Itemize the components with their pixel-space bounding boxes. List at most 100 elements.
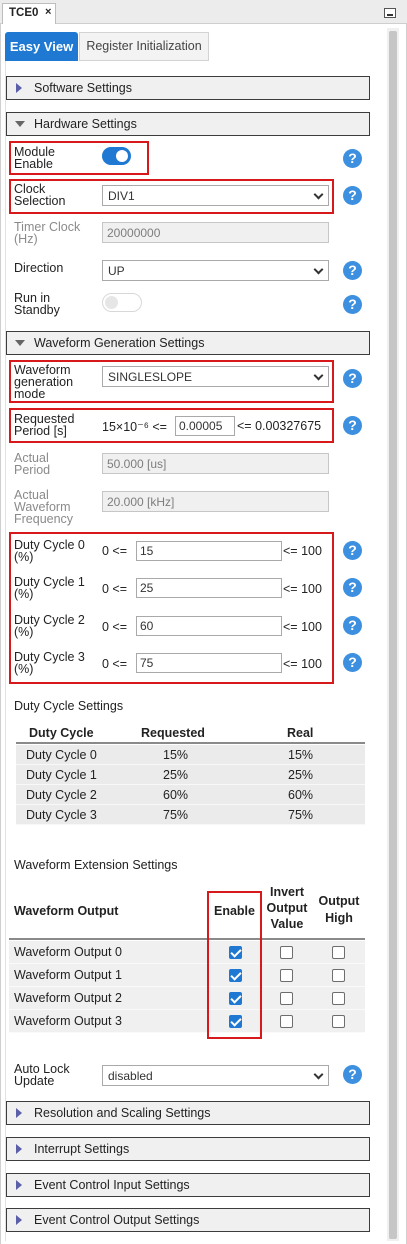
clock-selection-value: DIV1 xyxy=(108,189,135,203)
waveform-mode-value: SINGLESLOPE xyxy=(108,370,193,384)
invert-checkbox[interactable] xyxy=(280,1015,293,1028)
requested-period-input[interactable]: 0.00005 xyxy=(175,416,235,436)
close-icon[interactable]: × xyxy=(45,6,51,18)
document-tab-tce0[interactable]: TCE0 × xyxy=(2,3,56,24)
direction-label: Direction xyxy=(14,261,64,275)
column-header-requested: Requested xyxy=(141,726,205,740)
duty-cycle-2-input[interactable]: 60 xyxy=(136,616,282,636)
output-high-checkbox[interactable] xyxy=(332,992,345,1005)
collapse-arrow-icon xyxy=(15,340,25,346)
actual-frequency-label: Actual Waveform Frequency xyxy=(14,488,74,526)
waveform-extension-title: Waveform Extension Settings xyxy=(14,858,178,872)
section-title: Hardware Settings xyxy=(34,117,137,131)
section-software-settings[interactable]: Software Settings xyxy=(6,76,370,100)
output-high-checkbox[interactable] xyxy=(332,946,345,959)
section-title: Waveform Generation Settings xyxy=(34,336,205,350)
highlight-enable-column xyxy=(207,891,262,1039)
duty-cycle-3-max: <= 100 xyxy=(283,657,322,671)
help-icon[interactable]: ? xyxy=(343,295,362,314)
help-icon[interactable]: ? xyxy=(343,149,362,168)
timer-clock-label: Timer Clock (Hz) xyxy=(14,220,81,246)
duty-cycle-1-min: 0 <= xyxy=(102,582,128,596)
column-header-waveform-output: Waveform Output xyxy=(14,904,119,918)
module-enable-toggle[interactable] xyxy=(102,147,131,165)
duty-cycle-3-input[interactable]: 75 xyxy=(136,653,282,673)
auto-lock-update-value: disabled xyxy=(108,1069,153,1083)
chevron-down-icon xyxy=(313,264,324,275)
actual-period-value: 50.000 [us] xyxy=(102,453,329,474)
section-resolution-scaling-settings[interactable]: Resolution and Scaling Settings xyxy=(6,1101,370,1125)
duty-cycle-0-max: <= 100 xyxy=(283,544,322,558)
waveform-mode-label: Waveform generation mode xyxy=(14,363,74,401)
clock-selection-dropdown[interactable]: DIV1 xyxy=(102,185,329,206)
duty-cycle-2-min: 0 <= xyxy=(102,620,128,634)
run-in-standby-toggle[interactable] xyxy=(102,293,142,312)
expand-arrow-icon xyxy=(16,1215,22,1225)
section-interrupt-settings[interactable]: Interrupt Settings xyxy=(6,1137,370,1161)
help-icon[interactable]: ? xyxy=(343,186,362,205)
table-row: Duty Cycle 3 75% 75% xyxy=(16,805,365,825)
table-row: Duty Cycle 2 60% 60% xyxy=(16,785,365,805)
scrollbar-thumb[interactable] xyxy=(389,31,397,1239)
duty-cycle-3-min: 0 <= xyxy=(102,657,128,671)
editor-tab-strip xyxy=(0,0,407,24)
help-icon[interactable]: ? xyxy=(343,616,362,635)
tab-easy-view[interactable]: Easy View xyxy=(5,32,78,61)
minimize-icon[interactable] xyxy=(384,8,396,18)
column-header-output-high: Output High xyxy=(318,894,360,925)
auto-lock-update-label: Auto Lock Update xyxy=(14,1062,70,1088)
tab-register-initialization[interactable]: Register Initialization xyxy=(79,32,209,61)
auto-lock-update-dropdown[interactable]: disabled xyxy=(102,1065,329,1086)
document-tab-title: TCE0 xyxy=(9,7,39,19)
help-icon[interactable]: ? xyxy=(343,369,362,388)
section-event-control-output-settings[interactable]: Event Control Output Settings xyxy=(6,1208,370,1232)
section-event-control-input-settings[interactable]: Event Control Input Settings xyxy=(6,1173,370,1197)
table-row: Duty Cycle 1 25% 25% xyxy=(16,765,365,785)
clock-selection-label: Clock Selection xyxy=(14,182,66,208)
section-title: Interrupt Settings xyxy=(34,1142,130,1156)
help-icon[interactable]: ? xyxy=(343,1065,362,1084)
output-high-checkbox[interactable] xyxy=(332,1015,345,1028)
chevron-down-icon xyxy=(313,370,324,381)
expand-arrow-icon xyxy=(16,1144,22,1154)
section-waveform-generation-settings[interactable]: Waveform Generation Settings xyxy=(6,331,370,355)
table-divider xyxy=(16,742,365,744)
help-icon[interactable]: ? xyxy=(343,578,362,597)
duty-cycle-1-input[interactable]: 25 xyxy=(136,578,282,598)
invert-checkbox[interactable] xyxy=(280,946,293,959)
duty-cycle-1-max: <= 100 xyxy=(283,582,322,596)
direction-dropdown[interactable]: UP xyxy=(102,260,329,281)
duty-cycle-2-max: <= 100 xyxy=(283,620,322,634)
column-header-real: Real xyxy=(287,726,314,740)
section-hardware-settings[interactable]: Hardware Settings xyxy=(6,112,370,136)
direction-value: UP xyxy=(108,264,125,278)
help-icon[interactable]: ? xyxy=(343,416,362,435)
duty-cycle-0-input[interactable]: 15 xyxy=(136,541,282,561)
help-icon[interactable]: ? xyxy=(343,653,362,672)
duty-cycle-0-min: 0 <= xyxy=(102,544,128,558)
duty-cycle-2-label: Duty Cycle 2 (%) xyxy=(14,613,85,639)
section-title: Event Control Output Settings xyxy=(34,1213,200,1227)
expand-arrow-icon xyxy=(16,1180,22,1190)
requested-period-label: Requested Period [s] xyxy=(14,412,75,438)
duty-cycle-0-label: Duty Cycle 0 (%) xyxy=(14,538,85,564)
expand-arrow-icon xyxy=(16,1108,22,1118)
section-title: Resolution and Scaling Settings xyxy=(34,1106,211,1120)
table-divider xyxy=(9,938,365,940)
column-header-invert-output-value: Invert Output Value xyxy=(266,885,308,931)
help-icon[interactable]: ? xyxy=(343,261,362,280)
duty-cycle-3-label: Duty Cycle 3 (%) xyxy=(14,650,85,676)
requested-period-min: 15×10⁻⁶ <= xyxy=(102,420,167,434)
invert-checkbox[interactable] xyxy=(280,969,293,982)
invert-checkbox[interactable] xyxy=(280,992,293,1005)
duty-cycle-1-label: Duty Cycle 1 (%) xyxy=(14,575,85,601)
waveform-mode-dropdown[interactable]: SINGLESLOPE xyxy=(102,366,329,387)
table-row: Waveform Output 1 xyxy=(9,964,365,987)
output-high-checkbox[interactable] xyxy=(332,969,345,982)
actual-frequency-value: 20.000 [kHz] xyxy=(102,491,329,512)
table-row: Duty Cycle 0 15% 15% xyxy=(16,745,365,765)
chevron-down-icon xyxy=(313,189,324,200)
run-in-standby-label: Run in Standby xyxy=(14,291,60,317)
duty-cycle-settings-title: Duty Cycle Settings xyxy=(14,699,124,713)
help-icon[interactable]: ? xyxy=(343,541,362,560)
